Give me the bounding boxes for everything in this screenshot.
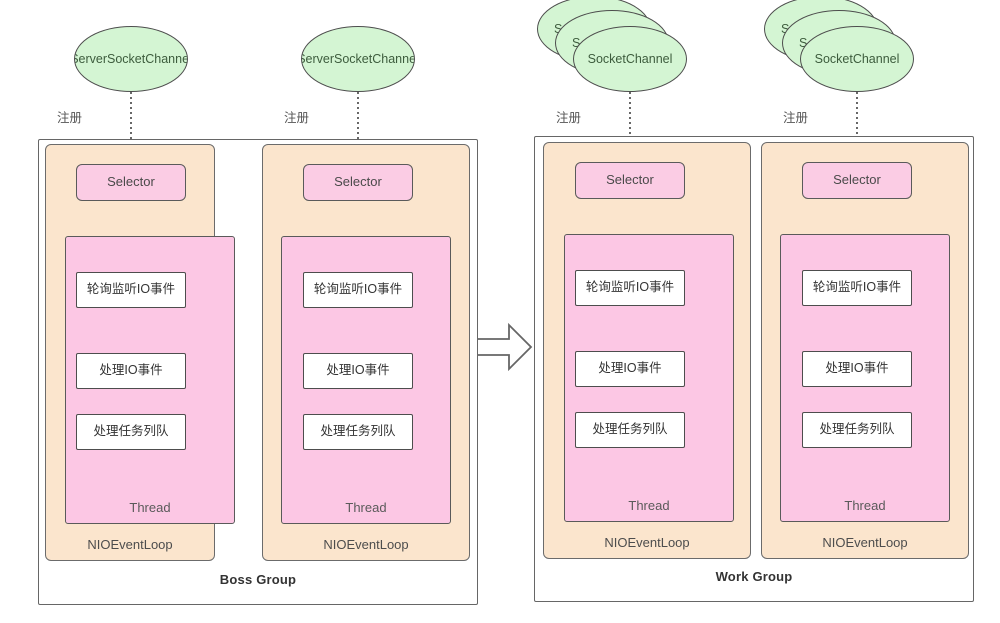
thread-label-4: Thread — [844, 498, 886, 513]
step-box-handle-io-3: 处理IO事件 — [575, 351, 685, 387]
nioeventloop-label-4: NIOEventLoop — [822, 535, 908, 550]
step-box-task-queue-3: 处理任务列队 — [575, 412, 685, 448]
boss-group-label: Boss Group — [219, 572, 297, 587]
selector-box-3: Selector — [575, 162, 685, 199]
work-group-label: Work Group — [715, 569, 793, 584]
step-box-handle-io-1: 处理IO事件 — [76, 353, 186, 389]
selector-box-4: Selector — [802, 162, 912, 199]
step-box-poll-2: 轮询监听IO事件 — [303, 272, 413, 308]
register-label-4: 注册 — [783, 111, 809, 125]
step-box-poll-4: 轮询监听IO事件 — [802, 270, 912, 306]
step-box-handle-io-4: 处理IO事件 — [802, 351, 912, 387]
socket-channel-stack-2-front: SocketChannel — [800, 26, 914, 92]
step-box-poll-1: 轮询监听IO事件 — [76, 272, 186, 308]
step-box-poll-3: 轮询监听IO事件 — [575, 270, 685, 306]
diagram-canvas: Boss Group ServerSocketChannel 注册 Server… — [0, 0, 1000, 623]
server-socket-channel-1: ServerSocketChannel — [74, 26, 188, 92]
boss-to-work-arrow — [473, 322, 533, 372]
register-label-3: 注册 — [556, 111, 582, 125]
selector-box-2: Selector — [303, 164, 413, 201]
step-box-task-queue-2: 处理任务列队 — [303, 414, 413, 450]
thread-label-1: Thread — [129, 500, 171, 515]
thread-label-2: Thread — [345, 500, 387, 515]
selector-box-1: Selector — [76, 164, 186, 201]
socket-channel-stack-1-front: SocketChannel — [573, 26, 687, 92]
nioeventloop-label-2: NIOEventLoop — [323, 537, 409, 552]
step-box-task-queue-4: 处理任务列队 — [802, 412, 912, 448]
nioeventloop-label-3: NIOEventLoop — [604, 535, 690, 550]
server-socket-channel-2: ServerSocketChannel — [301, 26, 415, 92]
thread-label-3: Thread — [628, 498, 670, 513]
step-box-task-queue-1: 处理任务列队 — [76, 414, 186, 450]
register-label-2: 注册 — [284, 111, 310, 125]
register-label-1: 注册 — [57, 111, 83, 125]
nioeventloop-label-1: NIOEventLoop — [87, 537, 173, 552]
step-box-handle-io-2: 处理IO事件 — [303, 353, 413, 389]
